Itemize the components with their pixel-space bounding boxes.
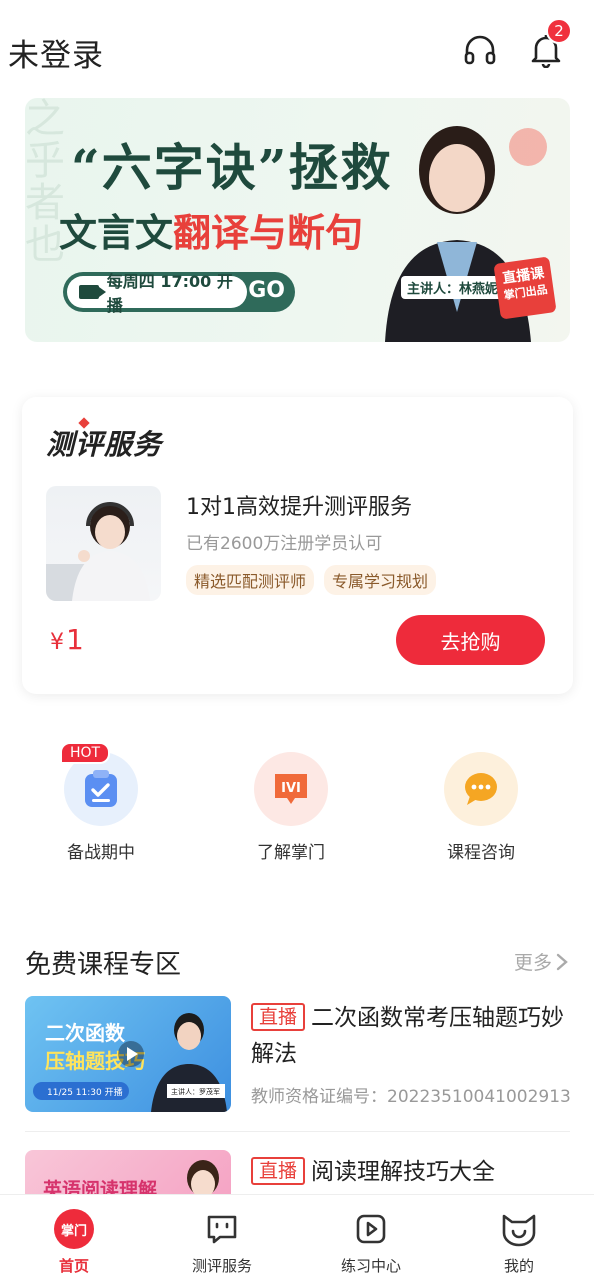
- quick-entry-row: HOT 备战期中 IVI 了解掌门 课程咨询: [0, 740, 594, 870]
- price-value: 1: [66, 623, 84, 656]
- bottom-tab-bar: 掌门 首页 测评服务 练习中心 我的: [0, 1194, 594, 1280]
- course-title-text: 阅读理解技巧大全: [311, 1159, 496, 1185]
- tab-label: 我的: [503, 1257, 534, 1275]
- quick-entry-label: 课程咨询: [447, 843, 515, 863]
- tab-label: 练习中心: [340, 1257, 401, 1275]
- login-status-title[interactable]: 未登录: [8, 30, 104, 75]
- banner-schedule-button[interactable]: 每周四 17:00 开播 GO: [63, 272, 295, 315]
- quick-entry-midterm[interactable]: HOT 备战期中: [36, 742, 166, 863]
- section-title: 免费课程专区: [25, 950, 182, 980]
- course-item[interactable]: 英语阅读理解 直播 阅读理解技巧大全: [25, 1150, 570, 1194]
- live-tag: 直播: [251, 1003, 306, 1031]
- service-price: ¥1: [50, 623, 84, 656]
- quick-entry-label: 了解掌门: [257, 843, 325, 863]
- cover-line1: 英语阅读理解: [43, 1178, 157, 1194]
- home-logo-text: 掌门: [54, 1209, 94, 1249]
- more-label: 更多: [513, 952, 552, 974]
- quick-entry-about[interactable]: IVI 了解掌门: [226, 752, 356, 863]
- evaluation-card-title: 测评服务: [46, 417, 163, 463]
- service-tag: 精选匹配测评师: [186, 565, 315, 595]
- live-course-tag: 直播课 掌门出品: [493, 256, 557, 320]
- tab-label: 首页: [58, 1257, 89, 1275]
- headset-icon[interactable]: [458, 28, 502, 72]
- cat-face-icon: [499, 1209, 539, 1249]
- service-title: 1对1高效提升测评服务: [186, 495, 412, 520]
- ivi-logo-icon: IVI: [254, 752, 328, 826]
- service-tags: 精选匹配测评师 专属学习规划: [186, 565, 437, 595]
- free-courses-header: 免费课程专区 更多: [0, 940, 594, 984]
- course-cover: 英语阅读理解: [25, 1150, 231, 1194]
- course-title: 直播 二次函数常考压轴题巧妙解法: [251, 1000, 573, 1072]
- bell-icon[interactable]: 2: [524, 18, 572, 72]
- banner-headline: “六字诀”拯救: [71, 138, 393, 197]
- cover-line1: 二次函数: [45, 1021, 126, 1045]
- divider: [25, 1131, 570, 1132]
- top-header: 未登录 2: [0, 0, 594, 96]
- promo-banner[interactable]: 之乎者也 “六字诀”拯救 文言文翻译与断句 每周四 17:00 开播 GO 主讲…: [25, 98, 570, 342]
- tab-evaluation[interactable]: 测评服务: [162, 1209, 282, 1276]
- course-cover: 二次函数 压轴题技巧 11/25 11:30 开播 主讲人：罗茂军: [25, 996, 231, 1112]
- home-logo-icon: 掌门: [54, 1209, 94, 1249]
- cover-time: 11/25 11:30 开播: [47, 1086, 123, 1098]
- svg-text:IVI: IVI: [281, 781, 301, 796]
- service-subtitle: 已有2600万注册学员认可: [186, 534, 383, 554]
- service-thumbnail: [46, 486, 161, 601]
- chat-face-icon: [202, 1209, 242, 1249]
- banner-subline: 文言文翻译与断句: [59, 202, 363, 257]
- tab-home[interactable]: 掌门 首页: [14, 1209, 134, 1276]
- evaluation-service-card[interactable]: 测评服务 1对1高效提升测评服务 已有2600万注册学员认可 精选匹配测评师 专…: [22, 397, 573, 694]
- hot-badge: HOT: [60, 742, 111, 764]
- teacher-cert-number: 教师资格证编号：20223510041002913: [251, 1087, 571, 1107]
- course-item[interactable]: 二次函数 压轴题技巧 11/25 11:30 开播 主讲人：罗茂军 直播 二次函数…: [25, 996, 573, 1114]
- cover-presenter: 主讲人：罗茂军: [171, 1087, 220, 1096]
- play-file-icon: [351, 1209, 391, 1249]
- chat-bubble-icon: [444, 752, 518, 826]
- evaluation-title-text: 测评服务: [46, 428, 163, 461]
- quick-entry-consult[interactable]: 课程咨询: [416, 752, 546, 863]
- presenter-label: 主讲人：林燕妮: [401, 276, 505, 299]
- live-tag: 直播: [251, 1157, 306, 1185]
- service-tag: 专属学习规划: [324, 565, 437, 595]
- banner-subline-highlight: 翻译与断句: [173, 210, 364, 255]
- tab-practice[interactable]: 练习中心: [311, 1209, 431, 1276]
- title-accent-mark: [78, 417, 90, 429]
- tab-mine[interactable]: 我的: [459, 1209, 579, 1276]
- course-info: 直播 阅读理解技巧大全: [251, 1154, 570, 1190]
- course-title: 直播 阅读理解技巧大全: [251, 1154, 570, 1190]
- quick-entry-label: 备战期中: [67, 843, 135, 863]
- schedule-pill: 每周四 17:00 开播: [67, 272, 247, 315]
- banner-subline-plain: 文言文: [59, 210, 174, 255]
- go-label: GO: [248, 278, 285, 303]
- chevron-right-icon: [556, 953, 568, 970]
- buy-now-button[interactable]: 去抢购: [396, 615, 545, 665]
- price-symbol: ¥: [50, 630, 64, 655]
- more-link[interactable]: 更多: [514, 948, 568, 975]
- student-with-headset-image: [46, 502, 150, 601]
- tab-label: 测评服务: [191, 1257, 252, 1275]
- course-info: 直播 二次函数常考压轴题巧妙解法: [251, 1000, 573, 1072]
- schedule-text: 每周四 17:00 开播: [106, 272, 233, 315]
- notification-badge: 2: [546, 18, 572, 44]
- video-camera-icon: [79, 285, 106, 299]
